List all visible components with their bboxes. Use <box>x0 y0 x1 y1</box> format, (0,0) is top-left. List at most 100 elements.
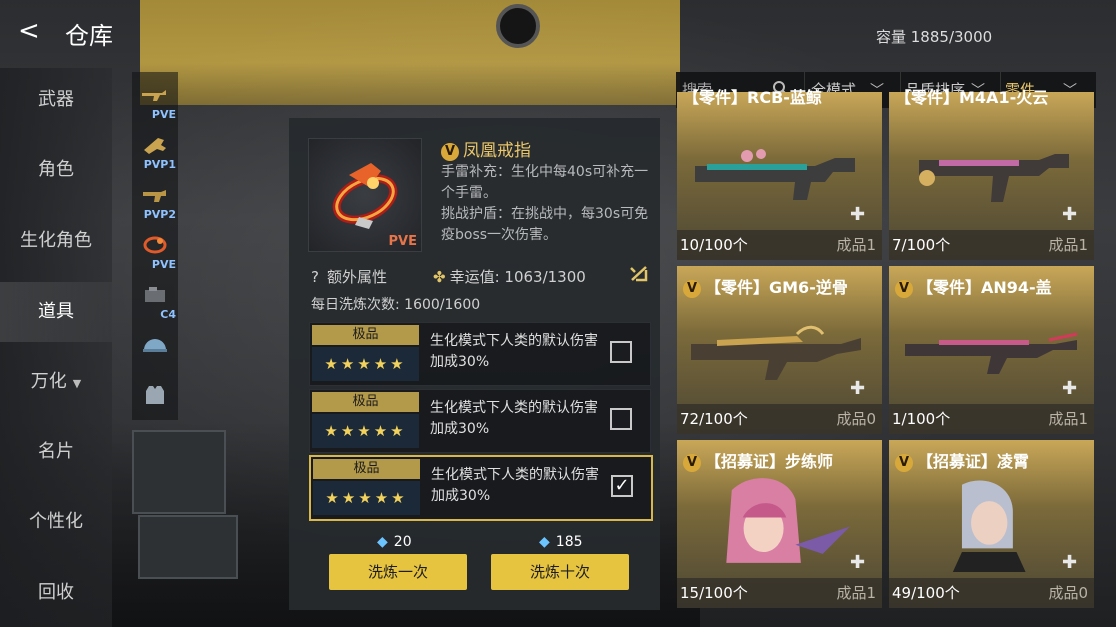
card-count: 10/100个 <box>680 236 748 254</box>
category-column: PVE PVP1 PVP2 PVE C4 <box>132 72 178 420</box>
item-thumbnail: PVE <box>308 138 422 252</box>
attribute-row[interactable]: 极品 ★★★★★ 生化模式下人类的默认伤害加成30% <box>309 322 651 386</box>
card-name-text: 【招募证】步练师 <box>705 452 834 471</box>
gun-icon <box>144 138 166 154</box>
star-rating: ★★★★★ <box>312 414 419 448</box>
item-card[interactable]: V 【招募证】凌霄 ✚ 49/100个 成品0 <box>889 440 1094 608</box>
nav-item-characters[interactable]: 角色 <box>0 140 112 200</box>
nav-item-label: 角色 <box>38 159 74 180</box>
card-status: 成品0 <box>836 410 876 428</box>
item-description: 手雷补充：生化中每40s可补充一个手雷。 挑战护盾：在挑战中，每30s可免疫bo… <box>441 162 659 246</box>
card-status: 成品0 <box>1048 584 1088 602</box>
luck-value: ✤ 幸运值: 1063/1300 <box>433 266 586 287</box>
item-card[interactable]: V 【零件】GM6-逆骨 ✚ 72/100个 成品0 <box>677 266 882 434</box>
category-pve[interactable]: PVE <box>132 78 178 128</box>
diamond-icon: ◆ <box>377 534 388 550</box>
attribute-grade: 极品 <box>312 325 419 345</box>
ring-icon <box>143 236 167 254</box>
category-pvp1[interactable]: PVP1 <box>132 128 178 178</box>
vip-badge-icon: V <box>683 454 701 472</box>
item-name: 凤凰戒指 <box>463 141 531 161</box>
puzzle-piece-icon: ✚ <box>850 552 866 573</box>
card-count: 15/100个 <box>680 584 748 602</box>
category-helmet[interactable] <box>132 328 178 378</box>
star-rating: ★★★★★ <box>312 347 419 381</box>
clover-icon: ✤ <box>433 268 446 286</box>
nav-item-label: 个性化 <box>29 511 83 532</box>
vest-icon <box>146 386 164 404</box>
puzzle-piece-icon: ✚ <box>1062 204 1078 225</box>
item-card[interactable]: 【零件】RCB-蓝鲸 ✚ 10/100个 成品1 <box>677 88 882 260</box>
nav-item-wanhua[interactable]: 万化 ▼ <box>0 352 112 412</box>
item-title: V 凤凰戒指 <box>441 136 531 161</box>
gun-icon <box>143 190 166 202</box>
card-status: 成品1 <box>836 584 876 602</box>
category-pve-ring[interactable]: PVE <box>132 228 178 278</box>
daily-refine-count: 每日洗炼次数: 1600/1600 <box>311 297 481 313</box>
category-label: PVP1 <box>143 158 176 171</box>
refine-once-button[interactable]: 洗炼一次 <box>329 554 467 590</box>
nav-item-recycle[interactable]: 回收 <box>0 563 112 623</box>
character-portrait <box>726 478 850 563</box>
nav-item-label: 武器 <box>38 89 74 110</box>
card-status: 成品1 <box>1048 236 1088 254</box>
attribute-text: 生化模式下人类的默认伤害加成30% <box>431 467 599 504</box>
card-name: V 【零件】GM6-逆骨 <box>683 274 848 298</box>
back-button[interactable]: < <box>18 16 40 46</box>
attribute-text: 生化模式下人类的默认伤害加成30% <box>430 333 598 370</box>
skip-animation-icon[interactable] <box>629 264 651 288</box>
chevron-down-icon: ▼ <box>72 377 82 390</box>
bomb-icon <box>145 287 165 302</box>
star-rating: ★★★★★ <box>313 481 420 515</box>
item-detail-panel: PVE V 凤凰戒指 手雷补充：生化中每40s可补充一个手雷。 挑战护盾：在挑战中… <box>289 118 660 610</box>
nav-item-items[interactable]: 道具 <box>0 282 112 342</box>
card-status: 成品1 <box>1048 410 1088 428</box>
luck-label: 幸运值: 1063/1300 <box>449 268 586 286</box>
item-desc-line: 挑战护盾：在挑战中，每30s可免疫boss一次伤害。 <box>441 206 649 243</box>
sidebar: 武器 角色 生化角色 道具 万化 ▼ 名片 个性化 回收 <box>0 68 112 627</box>
card-name: V 【招募证】凌霄 <box>895 448 1029 472</box>
card-name: V 【零件】AN94-盖 <box>895 274 1052 298</box>
card-name-text: 【零件】GM6-逆骨 <box>705 278 848 297</box>
nav-item-cards[interactable]: 名片 <box>0 422 112 482</box>
attribute-grade: 极品 <box>312 392 419 412</box>
refine-ten-button[interactable]: 洗炼十次 <box>491 554 629 590</box>
gun-icon <box>142 90 166 101</box>
extra-attributes[interactable]: ? 额外属性 <box>311 266 387 287</box>
vip-badge-icon: V <box>895 280 913 298</box>
capacity-label: 容量 1885/3000 <box>876 28 993 46</box>
cost-value: 20 <box>393 534 412 550</box>
category-label: C4 <box>160 308 176 321</box>
category-c4[interactable]: C4 <box>132 278 178 328</box>
category-label: PVE <box>151 108 176 121</box>
item-card[interactable]: V 【零件】AN94-盖 ✚ 1/100个 成品1 <box>889 266 1094 434</box>
card-count: 49/100个 <box>892 584 960 602</box>
item-desc-line: 手雷补充：生化中每40s可补充一个手雷。 <box>441 164 649 201</box>
lock-checkbox[interactable] <box>610 341 632 363</box>
attribute-text: 生化模式下人类的默认伤害加成30% <box>430 400 598 437</box>
lock-checkbox[interactable] <box>610 408 632 430</box>
nav-item-zombie-characters[interactable]: 生化角色 <box>0 211 112 271</box>
weapon-art <box>905 332 1078 374</box>
vip-badge-icon: V <box>441 143 459 161</box>
category-vest[interactable] <box>132 378 178 428</box>
attribute-row[interactable]: 极品 ★★★★★ 生化模式下人类的默认伤害加成30% <box>309 389 651 453</box>
diamond-icon: ◆ <box>539 534 550 550</box>
nav-item-label: 万化 <box>30 371 67 392</box>
extra-attributes-label: 额外属性 <box>326 268 387 286</box>
question-icon: ? <box>311 268 319 286</box>
category-label: PVP2 <box>143 208 176 221</box>
character-portrait <box>952 480 1026 572</box>
item-card[interactable]: 【零件】M4A1-火云 ✚ 7/100个 成品1 <box>889 88 1094 260</box>
attribute-row-selected[interactable]: 极品 ★★★★★ 生化模式下人类的默认伤害加成30% ✓ <box>309 455 653 521</box>
nav-item-weapons[interactable]: 武器 <box>0 70 112 130</box>
category-pvp2[interactable]: PVP2 <box>132 178 178 228</box>
puzzle-piece-icon: ✚ <box>1062 378 1078 399</box>
card-name-text: 【招募证】凌霄 <box>917 452 1030 471</box>
lock-checkbox-checked[interactable]: ✓ <box>611 475 633 497</box>
nav-item-personalize[interactable]: 个性化 <box>0 492 112 552</box>
nav-item-label: 生化角色 <box>20 230 92 251</box>
background-crate <box>138 515 238 579</box>
weapon-art <box>691 325 861 380</box>
item-card[interactable]: V 【招募证】步练师 ✚ 15/100个 成品1 <box>677 440 882 608</box>
